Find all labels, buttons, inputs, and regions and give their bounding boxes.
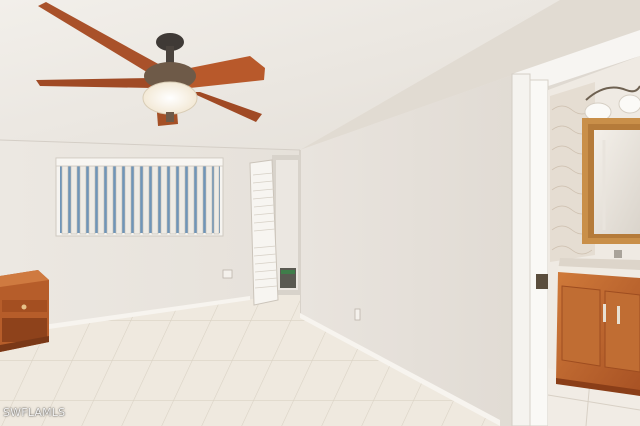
room-photo: SWFLAMLS <box>0 0 640 426</box>
bathroom-vanity <box>556 250 640 396</box>
wall-outlet <box>222 269 233 279</box>
wooden-side-stand <box>0 270 49 352</box>
wall-outlet-right <box>354 308 361 321</box>
room-illustration <box>0 0 640 426</box>
vanity-mirror <box>582 118 640 244</box>
window-vertical-blinds <box>55 157 224 237</box>
